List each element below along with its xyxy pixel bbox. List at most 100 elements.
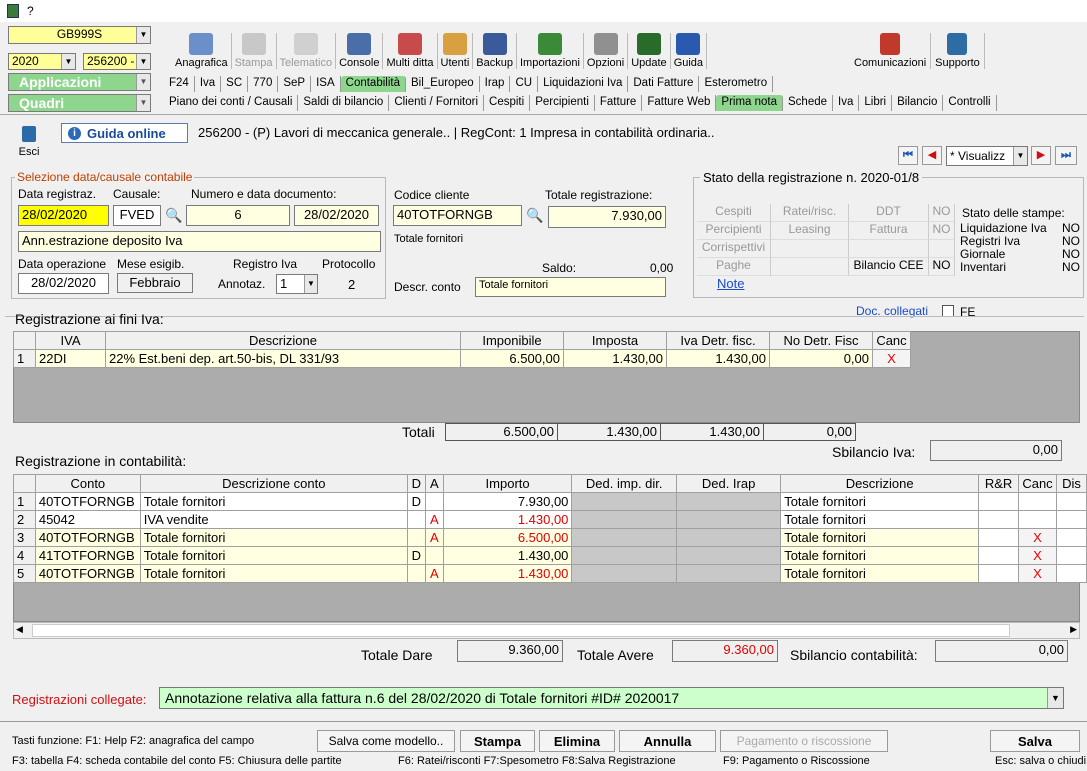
cont-delete-button[interactable]: X — [1018, 564, 1057, 583]
tab-piano-dei-conti-causali[interactable]: Piano dei conti / Causali — [164, 95, 299, 111]
save-button[interactable]: Salva — [990, 730, 1080, 752]
cont-delete-button[interactable] — [1018, 510, 1057, 529]
mese-input[interactable]: Febbraio — [117, 273, 193, 293]
year-select[interactable]: 2020 ▼ — [8, 53, 76, 70]
tab-cu[interactable]: CU — [510, 76, 539, 92]
tab-saldi-di-bilancio[interactable]: Saldi di bilancio — [298, 95, 390, 111]
cont-col-header[interactable]: D — [406, 474, 426, 493]
tab-sc[interactable]: SC — [221, 76, 249, 92]
causale-input[interactable]: FVED — [113, 205, 161, 226]
tab-esterometro[interactable]: Esterometro — [699, 76, 774, 92]
print-button[interactable]: Stampa — [460, 730, 535, 752]
cont-row[interactable]: 4 41TOTFORNGB Totale fornitori D 1.430,00 Tot… — [13, 546, 1087, 565]
cont-col-header[interactable]: Dis — [1056, 474, 1087, 493]
descr-input[interactable]: Ann.estrazione deposito Iva — [18, 231, 381, 252]
exit-button[interactable]: Esci — [14, 124, 44, 162]
tab-irap[interactable]: Irap — [480, 76, 511, 92]
company-select[interactable]: GB999S ▼ — [8, 26, 151, 44]
iva-col-header[interactable]: IVA — [35, 331, 106, 350]
view-select[interactable]: * Visualizz ▼ — [946, 146, 1028, 166]
cont-col-header[interactable]: Descrizione conto — [139, 474, 408, 493]
tab-liquidazioni-iva[interactable]: Liquidazioni Iva — [538, 76, 629, 92]
tab-bil-europeo[interactable]: Bil_Europeo — [406, 76, 480, 92]
cont-delete-button[interactable]: X — [1018, 546, 1057, 565]
num-doc-input[interactable]: 6 — [186, 205, 290, 226]
next-record-button[interactable]: ▶ — [1031, 146, 1051, 165]
tab-fatture[interactable]: Fatture — [595, 95, 643, 111]
cont-col-header[interactable]: Ded. imp. dir. — [571, 474, 678, 493]
tab-controlli[interactable]: Controlli — [943, 95, 997, 111]
annotaz-select[interactable]: 1 ▼ — [276, 274, 318, 294]
scroll-thumb[interactable] — [32, 624, 1010, 637]
toolbar-console-button[interactable]: Console — [336, 33, 384, 69]
tab-bilancio[interactable]: Bilancio — [892, 95, 944, 111]
toolbar-utenti-button[interactable]: Utenti — [438, 33, 474, 69]
data-doc-input[interactable]: 28/02/2020 — [294, 205, 379, 226]
tab-prima-nota[interactable]: Prima nota — [716, 95, 784, 111]
toolbar-guida-button[interactable]: Guida — [671, 33, 708, 69]
iva-col-header[interactable]: Descrizione — [105, 331, 461, 350]
cont-col-header[interactable]: Canc — [1018, 474, 1057, 493]
tab-isa[interactable]: ISA — [311, 76, 341, 92]
guida-online-button[interactable]: i Guida online — [61, 123, 188, 143]
cont-row[interactable]: 1 40TOTFORNGB Totale fornitori D 7.930,00 Tot… — [13, 492, 1087, 511]
last-record-button[interactable]: ⏭ — [1055, 146, 1077, 165]
tab-dati-fatture[interactable]: Dati Fatture — [628, 76, 700, 92]
toolbar-opzioni-button[interactable]: Opzioni — [584, 33, 629, 69]
toolbar-backup-button[interactable]: Backup — [473, 33, 517, 69]
applicazioni-select[interactable]: Applicazioni ▼ — [8, 73, 151, 91]
code-select[interactable]: 256200 - ▼ — [83, 53, 151, 70]
cont-col-header[interactable]: Descrizione — [780, 474, 980, 493]
cont-row[interactable]: 3 40TOTFORNGB Totale fornitori A 6.500,00 Tot… — [13, 528, 1087, 547]
iva-col-header[interactable]: Imposta — [563, 331, 667, 350]
toolbar-update-button[interactable]: Update — [628, 33, 671, 69]
tab-770[interactable]: 770 — [248, 76, 279, 92]
cont-delete-button[interactable] — [1018, 492, 1057, 511]
toolbar-anagrafica-button[interactable]: Anagrafica — [172, 33, 232, 69]
tab-fatture-web[interactable]: Fatture Web — [642, 95, 717, 111]
horizontal-scrollbar[interactable]: ◀ ▶ — [13, 622, 1080, 639]
iva-delete-button[interactable]: X — [872, 349, 911, 368]
tab-clienti-fornitori[interactable]: Clienti / Fornitori — [389, 95, 485, 111]
payment-button[interactable]: Pagamento o riscossione — [720, 730, 888, 752]
data-reg-input[interactable]: 28/02/2020 — [18, 205, 109, 226]
cont-row[interactable]: 5 40TOTFORNGB Totale fornitori A 1.430,00 Tot… — [13, 564, 1087, 583]
quadri-select[interactable]: Quadri ▼ — [8, 94, 151, 112]
cont-col-header[interactable]: Conto — [34, 474, 141, 493]
tab-cespiti[interactable]: Cespiti — [484, 95, 531, 111]
cont-delete-button[interactable]: X — [1018, 528, 1057, 547]
iva-col-header[interactable]: No Detr. Fisc — [769, 331, 873, 350]
cont-row[interactable]: 2 45042 IVA vendite A 1.430,00 Totale fornito… — [13, 510, 1087, 529]
cont-col-header[interactable]: A — [424, 474, 444, 493]
data-op-input[interactable]: 28/02/2020 — [18, 273, 109, 294]
cancel-button[interactable]: Annulla — [619, 730, 716, 752]
collegate-select[interactable]: Annotazione relativa alla fattura n.6 de… — [159, 687, 1064, 709]
save-as-template-button[interactable]: Salva come modello.. — [317, 730, 455, 752]
toolbar-supporto-button[interactable]: Supporto — [931, 33, 985, 69]
tab-percipienti[interactable]: Percipienti — [530, 95, 595, 111]
toolbar-comunicazioni-button[interactable]: Comunicazioni — [850, 33, 932, 69]
search-icon[interactable]: 🔍 — [526, 207, 543, 223]
first-record-button[interactable]: ⏮ — [898, 146, 918, 165]
tab-f24[interactable]: F24 — [164, 76, 195, 92]
toolbar-multi-ditta-button[interactable]: Multi ditta — [383, 33, 438, 69]
iva-row[interactable]: 1 22DI 22% Est.beni dep. art.50-bis, DL 33… — [13, 349, 911, 368]
prev-record-button[interactable]: ◀ — [922, 146, 942, 165]
cont-col-header[interactable]: R&R — [978, 474, 1020, 493]
tab-sep[interactable]: SeP — [278, 76, 312, 92]
codice-cliente-input[interactable]: 40TOTFORNGB — [393, 205, 522, 226]
tab-iva[interactable]: Iva — [833, 95, 860, 111]
tab-schede[interactable]: Schede — [783, 95, 834, 111]
totale-reg-input[interactable]: 7.930,00 — [548, 206, 666, 228]
cont-col-header[interactable]: Ded. Irap — [676, 474, 782, 493]
cont-col-header[interactable]: Importo — [442, 474, 573, 493]
toolbar-telematico-button[interactable]: Telematico — [277, 33, 337, 69]
toolbar-importazioni-button[interactable]: Importazioni — [517, 33, 584, 69]
iva-col-header[interactable]: Canc — [872, 331, 911, 350]
iva-col-header[interactable]: Imponibile — [460, 331, 564, 350]
tab-iva[interactable]: Iva — [195, 76, 222, 92]
toolbar-stampa-button[interactable]: Stampa — [232, 33, 277, 69]
search-icon[interactable]: 🔍 — [165, 207, 182, 223]
iva-col-header[interactable]: Iva Detr. fisc. — [666, 331, 770, 350]
scroll-right-icon[interactable]: ▶ — [1070, 624, 1077, 635]
